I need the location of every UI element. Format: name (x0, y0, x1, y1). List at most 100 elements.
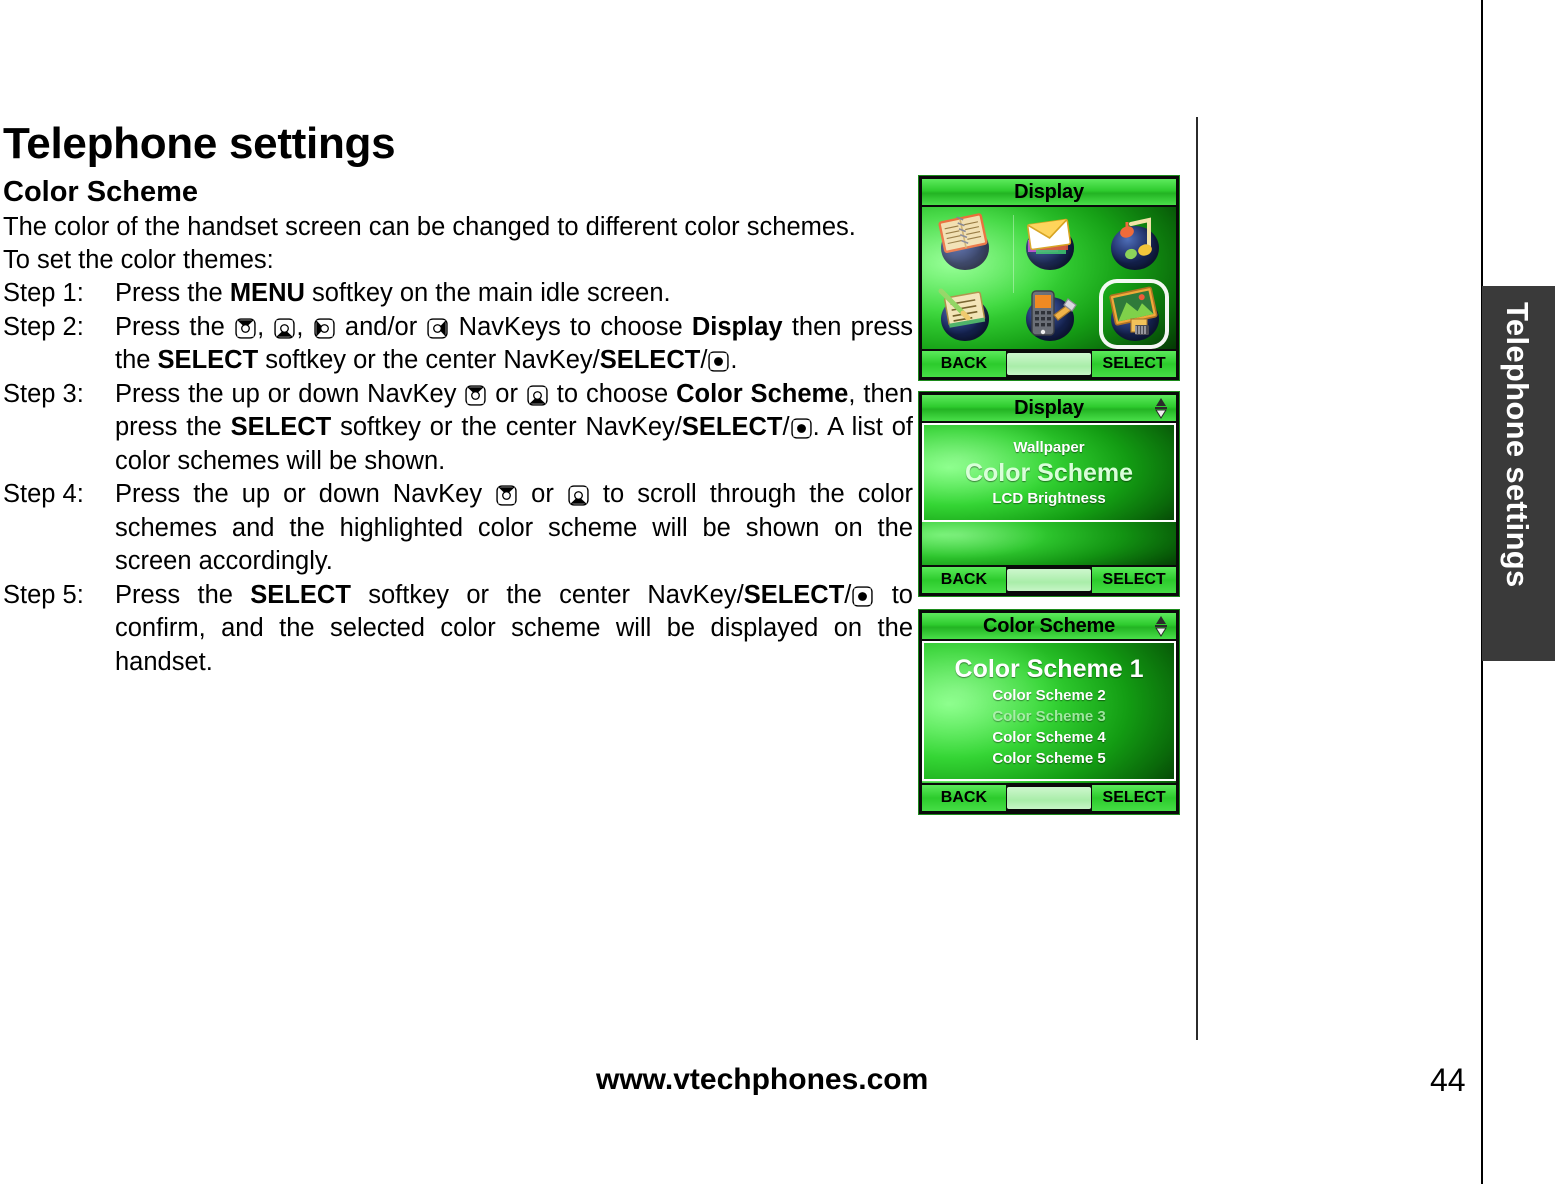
list-item-selected[interactable]: Color Scheme (965, 458, 1133, 488)
body-text: softkey or the center NavKey/ (258, 346, 600, 374)
body-text: , (296, 312, 313, 341)
step-label: Step 5: (3, 580, 84, 609)
body-text: . (730, 346, 738, 374)
screen3-softkey-center[interactable] (1006, 787, 1092, 809)
navkey-down-icon (527, 384, 548, 406)
screen3-filler (922, 781, 1176, 783)
section-heading: Color Scheme (3, 176, 198, 208)
screen1-body (922, 207, 1176, 349)
steps-list: Step 1: Press the MENU softkey on the mai… (3, 277, 913, 679)
manual-page: Telephone settings Telephone settings Co… (0, 0, 1555, 1184)
screen1-select-softkey[interactable]: SELECT (1092, 351, 1176, 377)
handset-screen-display-list: Display Wallpaper Color Scheme LCD Brigh… (918, 391, 1180, 597)
screen3-softkey-bar: BACK SELECT (922, 785, 1176, 811)
screen2-select-softkey[interactable]: SELECT (1092, 567, 1176, 593)
step-text: Press the up or down NavKey or to scroll… (115, 478, 913, 579)
navkey-down-icon (568, 485, 589, 506)
handset-settings-icon[interactable] (1016, 281, 1082, 347)
screen1-back-softkey[interactable]: BACK (922, 351, 1006, 377)
body-text: or (518, 480, 567, 508)
body-text: / (844, 580, 852, 609)
display-icon[interactable] (1101, 281, 1167, 347)
screen2-filler (922, 522, 1176, 565)
emphasis-text: SELECT (681, 413, 783, 441)
icon-grid (922, 207, 1176, 349)
step-item: Step 2: Press the , , and/or NavKeys to c… (3, 311, 913, 378)
navkey-up-icon (465, 384, 487, 406)
screen2-title: Display (1014, 396, 1084, 419)
display-picture-glyph (1108, 286, 1158, 335)
list-item[interactable]: Color Scheme 2 (992, 685, 1105, 706)
step-text: Press the MENU softkey on the main idle … (115, 277, 913, 311)
scroll-updown-icon (1154, 397, 1168, 424)
emphasis-text: SELECT (230, 413, 332, 441)
navkey-center-icon (708, 351, 730, 372)
screen3-title: Color Scheme (982, 614, 1116, 637)
music-icon[interactable] (1101, 210, 1167, 276)
list-item-selected[interactable]: Color Scheme 1 (955, 654, 1144, 685)
emphasis-text: Color Scheme (676, 379, 849, 408)
body-text: / (782, 413, 790, 441)
messages-icon[interactable] (1016, 210, 1082, 276)
music-notes-glyph (1119, 217, 1152, 259)
list-item[interactable]: LCD Brightness (992, 488, 1105, 509)
step-label: Step 2: (3, 312, 84, 341)
navkey-center-icon (790, 418, 812, 439)
step-label: Step 1: (3, 279, 84, 307)
footer-url: www.vtechphones.com (596, 1063, 929, 1096)
phonebook-icon[interactable] (931, 210, 997, 276)
screen2-list: Wallpaper Color Scheme LCD Brightness (922, 423, 1176, 522)
handset-screen-display-menu: Display BACK SELECT (918, 175, 1180, 381)
navkey-center-icon (852, 585, 874, 607)
emphasis-text: SELECT (157, 346, 259, 374)
step-item: Step 4: Press the up or down NavKey or to… (3, 478, 913, 579)
emphasis-text: MENU (229, 279, 305, 307)
notepad-pen-glyph (938, 288, 986, 328)
navkey-up-icon (235, 317, 256, 339)
body-text: and/or (335, 312, 427, 341)
body-text: NavKeys to choose (449, 312, 692, 341)
list-item[interactable]: Color Scheme 3 (992, 706, 1105, 727)
navkey-left-icon (314, 317, 335, 339)
screen1-title: Display (1014, 180, 1084, 203)
screen3-back-softkey[interactable]: BACK (922, 785, 1006, 811)
body-text: , (257, 312, 274, 341)
intro-line-1: The color of the handset screen can be c… (3, 213, 856, 241)
navkey-up-icon (496, 485, 517, 506)
screen1-softkey-bar: BACK SELECT (922, 351, 1176, 377)
envelope-glyph (1026, 218, 1072, 254)
body-text: softkey or the center NavKey/ (350, 580, 744, 609)
navkey-down-icon (274, 317, 296, 339)
body-text: Press the up or down NavKey (115, 379, 465, 408)
step-label: Step 3: (3, 379, 84, 408)
screen2-back-softkey[interactable]: BACK (922, 567, 1006, 593)
emphasis-text: SELECT (250, 580, 351, 609)
side-tab-telephone-settings: Telephone settings (1482, 286, 1555, 661)
scroll-updown-icon (1154, 615, 1168, 642)
screen3-list: Color Scheme 1 Color Scheme 2 Color Sche… (922, 641, 1176, 781)
list-item[interactable]: Wallpaper (1013, 437, 1084, 458)
screen2-softkey-bar: BACK SELECT (922, 567, 1176, 593)
screen3-select-softkey[interactable]: SELECT (1092, 785, 1176, 811)
step-text: Press the , , and/or NavKeys to choose D… (115, 311, 913, 378)
body-text: softkey on the main idle screen. (304, 279, 671, 307)
page-number: 44 (1430, 1062, 1466, 1098)
screen1-softkey-center[interactable] (1006, 353, 1092, 375)
step-item: Step 3: Press the up or down NavKey or to… (3, 378, 913, 479)
body-text: Press the (115, 312, 235, 341)
memo-icon[interactable] (931, 281, 997, 347)
step-item: Step 5: Press the SELECT softkey or the c… (3, 579, 913, 680)
body-text: / (700, 346, 708, 374)
body-text: softkey or the center NavKey/ (331, 413, 682, 441)
emphasis-text: SELECT (599, 346, 701, 374)
step-text: Press the SELECT softkey or the center N… (115, 579, 913, 680)
step-text: Press the up or down NavKey or to choose… (115, 378, 913, 479)
phonebook-glyph (938, 212, 988, 253)
body-text: Press the (115, 580, 251, 609)
emphasis-text: Display (691, 312, 783, 341)
list-item[interactable]: Color Scheme 5 (992, 748, 1105, 769)
screen2-softkey-center[interactable] (1006, 569, 1092, 591)
list-item[interactable]: Color Scheme 4 (992, 727, 1105, 748)
body-text: to choose (548, 379, 677, 408)
page-title: Telephone settings (3, 119, 396, 168)
